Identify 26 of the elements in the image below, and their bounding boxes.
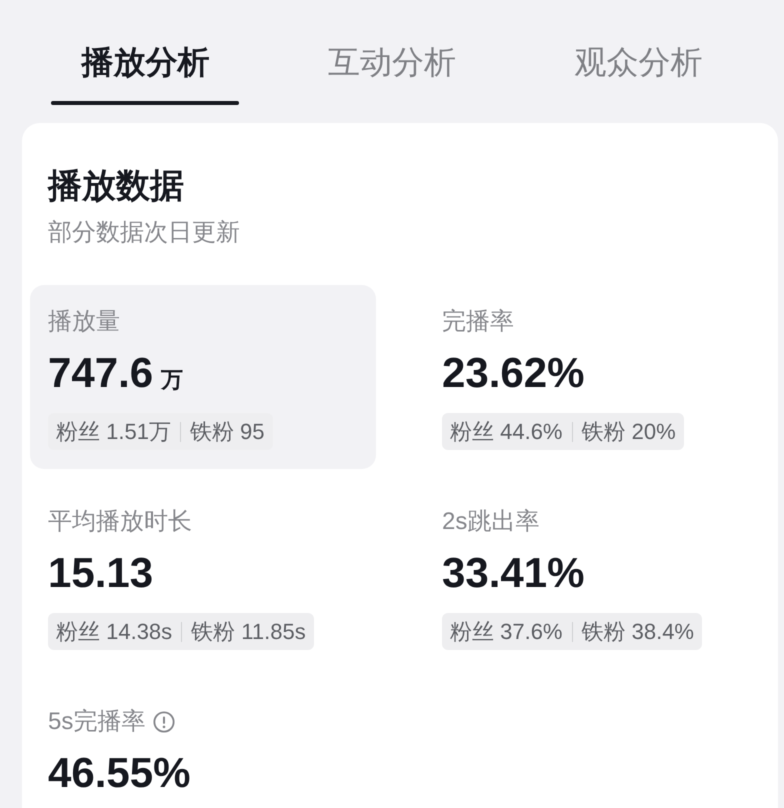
metric-label: 平均播放时长 [48, 507, 192, 537]
section-title: 播放数据 [48, 166, 185, 207]
core-fans-stat: 铁粉 38.4% [582, 618, 694, 646]
core-fans-stat: 铁粉 11.85s [191, 618, 306, 646]
fans-stat: 粉丝 44.6% [450, 418, 562, 446]
metric-label: 2s跳出率 [442, 507, 540, 537]
metric-label: 播放量 [48, 307, 120, 337]
core-fans-stat: 铁粉 20% [582, 418, 676, 446]
core-fans-stat: 铁粉 95 [190, 418, 265, 446]
fans-stat: 粉丝 37.6% [450, 618, 562, 646]
tab[interactable]: 播放分析 [22, 42, 269, 105]
unit-label: 万 [161, 367, 184, 393]
metric-value: 23.62% [442, 349, 584, 397]
metric-tile[interactable]: 播放量 747.6 万 粉丝 1.51万 铁粉 95 [30, 285, 376, 469]
metric-label: 5s完播率 [48, 707, 146, 737]
metric-label: 完播率 [442, 307, 514, 337]
metric-value: 15.13 [48, 549, 154, 597]
tab[interactable]: 观众分析 [515, 42, 762, 105]
fans-stat: 粉丝 14.38s [56, 618, 172, 646]
metric-value: 747.6 [48, 349, 154, 397]
section-subtitle: 部分数据次日更新 [48, 218, 241, 248]
metric-value: 46.55% [48, 749, 190, 797]
tab[interactable]: 互动分析 [268, 42, 516, 105]
fans-stat: 粉丝 1.51万 [56, 418, 171, 446]
info-icon[interactable] [153, 711, 176, 733]
metric-value: 33.41% [442, 549, 584, 597]
